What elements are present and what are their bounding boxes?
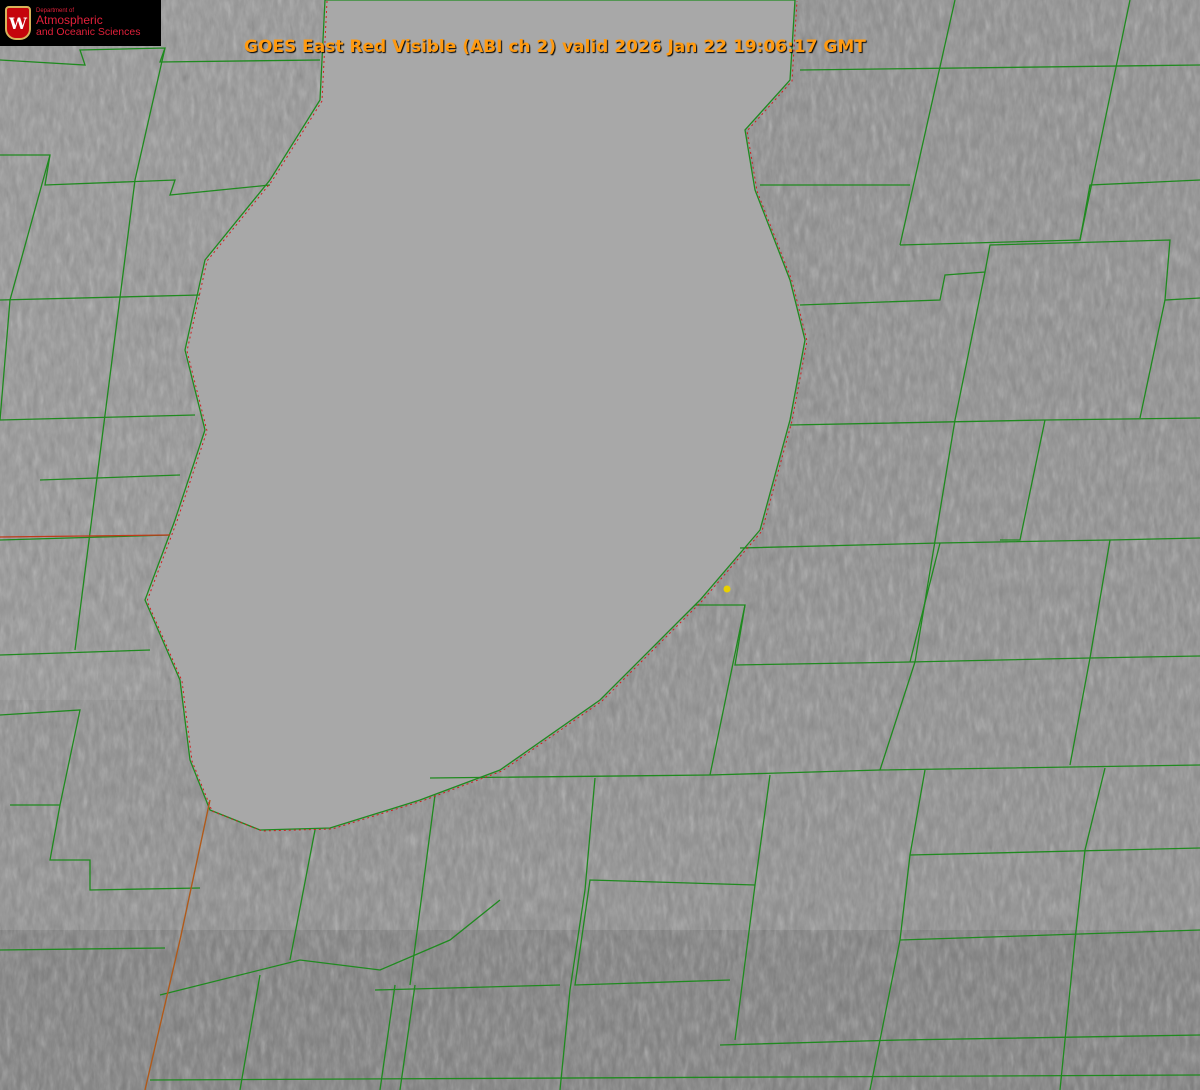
uw-crest-icon: W [5, 6, 31, 40]
image-title: GOES East Red Visible (ABI ch 2) valid 2… [244, 37, 866, 57]
logo-line2: and Oceanic Sciences [36, 25, 141, 38]
satellite-image: W Department of Atmospheric and Oceanic … [0, 0, 1200, 1090]
aos-logo: W Department of Atmospheric and Oceanic … [0, 0, 161, 46]
map-canvas [0, 0, 1200, 1090]
location-marker [723, 585, 731, 593]
